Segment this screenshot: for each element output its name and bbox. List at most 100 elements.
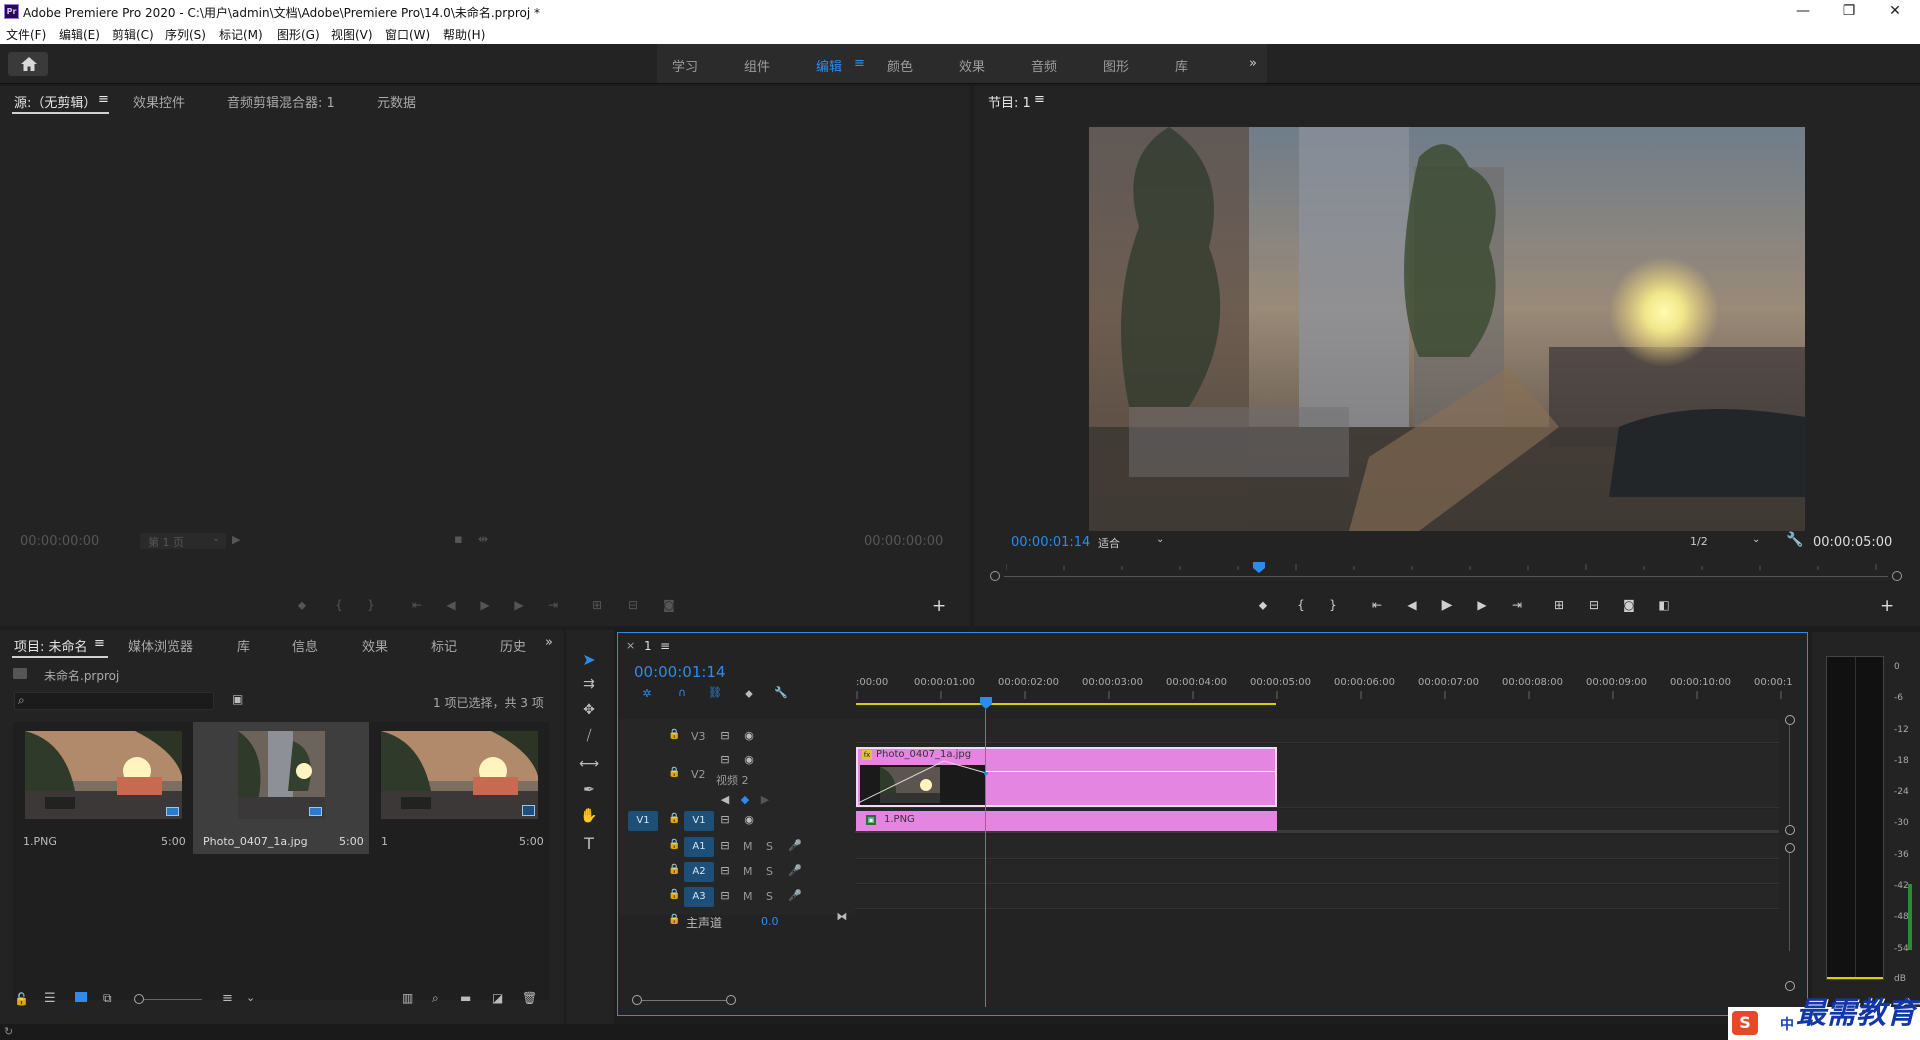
export-frame-icon[interactable]: ◙ xyxy=(1619,598,1639,612)
play-icon[interactable]: ▶ xyxy=(476,598,494,612)
step-forward-icon[interactable]: ▶ xyxy=(1472,598,1492,612)
track-lock-icon[interactable]: 🔒 xyxy=(668,889,680,900)
source-page-select[interactable]: 第 1 页 ⌄ xyxy=(140,533,226,549)
menu-edit[interactable]: 编辑(E) xyxy=(59,26,100,43)
linked-selection-icon[interactable]: ⛓ xyxy=(708,686,722,699)
workspace-tab-color[interactable]: 颜色 xyxy=(887,56,913,75)
tab-source[interactable]: 源:（无剪辑） xyxy=(14,92,96,111)
menu-sequence[interactable]: 序列(S) xyxy=(165,26,206,43)
project-search-input[interactable]: ⌕ xyxy=(14,692,214,710)
hscroll-bar[interactable] xyxy=(642,1000,726,1001)
next-keyframe-icon[interactable]: ▶ xyxy=(758,793,772,806)
mark-in-icon[interactable]: { xyxy=(330,598,348,612)
new-search-bin-icon[interactable]: ▣ xyxy=(232,692,243,706)
track-target-a1[interactable]: A1 xyxy=(684,837,714,857)
hscroll-handle-right[interactable] xyxy=(726,995,736,1005)
step-back-icon[interactable]: ◀ xyxy=(1402,598,1422,612)
workspace-tab-audio[interactable]: 音频 xyxy=(1031,56,1057,75)
tab-audio-clip-mixer[interactable]: 音频剪辑混合器: 1 xyxy=(227,92,335,111)
track-lock-icon[interactable]: 🔒 xyxy=(668,839,680,850)
program-playhead[interactable] xyxy=(1252,562,1265,573)
slip-tool-icon[interactable]: ⟷ xyxy=(570,756,608,780)
close-tab-icon[interactable]: × xyxy=(626,639,635,652)
timeline-menu-icon[interactable]: ≡ xyxy=(660,639,670,653)
add-marker-icon[interactable]: ⬥ xyxy=(742,687,756,701)
snap-icon[interactable]: ∩ xyxy=(675,686,689,699)
go-to-in-icon[interactable]: ⇤ xyxy=(1367,598,1387,612)
play-icon[interactable]: ▶ xyxy=(1437,597,1457,613)
microphone-icon[interactable]: 🎤 xyxy=(788,839,802,852)
ripple-edit-tool-icon[interactable]: ✥ xyxy=(570,702,608,726)
nest-icon[interactable]: ✲ xyxy=(640,687,654,700)
program-panel-menu-icon[interactable]: ≡ xyxy=(1034,92,1045,107)
timeline-settings-icon[interactable]: 🔧 xyxy=(774,686,788,699)
tab-project[interactable]: 项目: 未命名 xyxy=(14,636,88,655)
go-to-in-icon[interactable]: ⇤ xyxy=(408,598,426,612)
icon-view-icon[interactable] xyxy=(75,992,87,1002)
insert-icon[interactable]: ⊞ xyxy=(588,598,606,612)
track-a2-content[interactable] xyxy=(855,860,1779,884)
track-target-a3[interactable]: A3 xyxy=(684,887,714,907)
lock-icon[interactable]: 🔓 xyxy=(14,992,29,1006)
mark-out-icon[interactable]: } xyxy=(362,598,380,612)
add-marker-icon[interactable]: ⬥ xyxy=(293,598,311,613)
sync-lock-icon[interactable]: ⊟ xyxy=(718,889,732,902)
mute-button[interactable]: M xyxy=(743,890,753,903)
home-button[interactable] xyxy=(8,52,48,76)
microphone-icon[interactable]: 🎤 xyxy=(788,864,802,877)
vscroll-handle[interactable] xyxy=(1785,981,1795,991)
track-select-tool-icon[interactable]: ⇉ xyxy=(570,676,608,700)
add-button-icon[interactable]: + xyxy=(1880,596,1894,616)
tab-effect-controls[interactable]: 效果控件 xyxy=(133,92,185,111)
trash-icon[interactable]: 🗑 xyxy=(522,991,537,1005)
source-patch-v1[interactable]: V1 xyxy=(628,811,658,831)
track-lock-icon[interactable]: 🔒 xyxy=(668,729,680,740)
workspace-menu-icon[interactable]: ≡ xyxy=(854,56,865,71)
prev-keyframe-icon[interactable]: ◀ xyxy=(718,793,732,806)
tab-markers[interactable]: 标记 xyxy=(431,636,457,655)
selection-tool-icon[interactable]: ➤ xyxy=(570,650,608,674)
sync-lock-icon[interactable]: ⊟ xyxy=(718,813,732,826)
hand-tool-icon[interactable]: ✋ xyxy=(570,808,608,832)
go-to-out-icon[interactable]: ⇥ xyxy=(1507,598,1527,612)
lift-icon[interactable]: ⊞ xyxy=(1549,598,1569,612)
track-lock-icon[interactable]: 🔒 xyxy=(668,914,680,925)
extract-icon[interactable]: ⊟ xyxy=(1584,598,1604,612)
menu-window[interactable]: 窗口(W) xyxy=(385,26,430,43)
menu-file[interactable]: 文件(F) xyxy=(6,26,46,43)
track-lock-icon[interactable]: 🔒 xyxy=(668,767,680,778)
sogou-ime-icon[interactable]: S xyxy=(1732,1011,1758,1035)
tab-sequence-1[interactable]: 1 xyxy=(644,639,652,653)
project-panel-menu-icon[interactable]: ≡ xyxy=(94,636,105,651)
master-volume-value[interactable]: 0.0 xyxy=(761,915,779,928)
mark-in-icon[interactable]: { xyxy=(1291,598,1311,612)
timeline-timecode[interactable]: 00:00:01:14 xyxy=(634,663,726,681)
timeline-ruler[interactable]: :00:00 00:00:01:00 00:00:02:00 00:00:03:… xyxy=(856,677,1796,705)
settings-wrench-icon[interactable]: 🔧 xyxy=(1786,532,1803,548)
drag-video-icon[interactable]: ⇹ xyxy=(478,532,488,546)
workspace-more-icon[interactable]: » xyxy=(1249,56,1257,71)
automate-to-sequence-icon[interactable]: ▥ xyxy=(402,991,413,1005)
step-back-icon[interactable]: ◀ xyxy=(442,598,460,612)
panel-more-icon[interactable]: » xyxy=(545,635,553,650)
zoom-scrollbar-handle-right[interactable] xyxy=(1892,571,1902,581)
source-timecode-in[interactable]: 00:00:00:00 xyxy=(20,534,99,549)
sync-lock-icon[interactable]: ⊟ xyxy=(718,753,732,766)
tab-libraries[interactable]: 库 xyxy=(237,636,250,655)
program-time-ruler[interactable] xyxy=(1005,559,1878,570)
eye-icon[interactable]: ◉ xyxy=(742,813,756,826)
mute-button[interactable]: M xyxy=(743,840,753,853)
razor-tool-icon[interactable]: ⧸ xyxy=(570,728,608,752)
tab-effects[interactable]: 效果 xyxy=(362,636,388,655)
zoom-scrollbar-handle-left[interactable] xyxy=(990,571,1000,581)
track-a1-content[interactable] xyxy=(855,835,1779,859)
workspace-tab-editing[interactable]: 编辑 xyxy=(816,56,842,75)
freeform-view-icon[interactable]: ⧉ xyxy=(103,991,112,1006)
program-timecode[interactable]: 00:00:01:14 xyxy=(1011,535,1090,550)
vscroll-track[interactable] xyxy=(1789,725,1790,825)
track-target-a2[interactable]: A2 xyxy=(684,862,714,882)
work-area-bar[interactable] xyxy=(856,703,1276,705)
project-item-sequence-1[interactable]: 1 5:00 xyxy=(371,722,549,854)
workspace-tab-graphics[interactable]: 图形 xyxy=(1103,56,1129,75)
go-to-out-icon[interactable]: ⇥ xyxy=(544,598,562,612)
